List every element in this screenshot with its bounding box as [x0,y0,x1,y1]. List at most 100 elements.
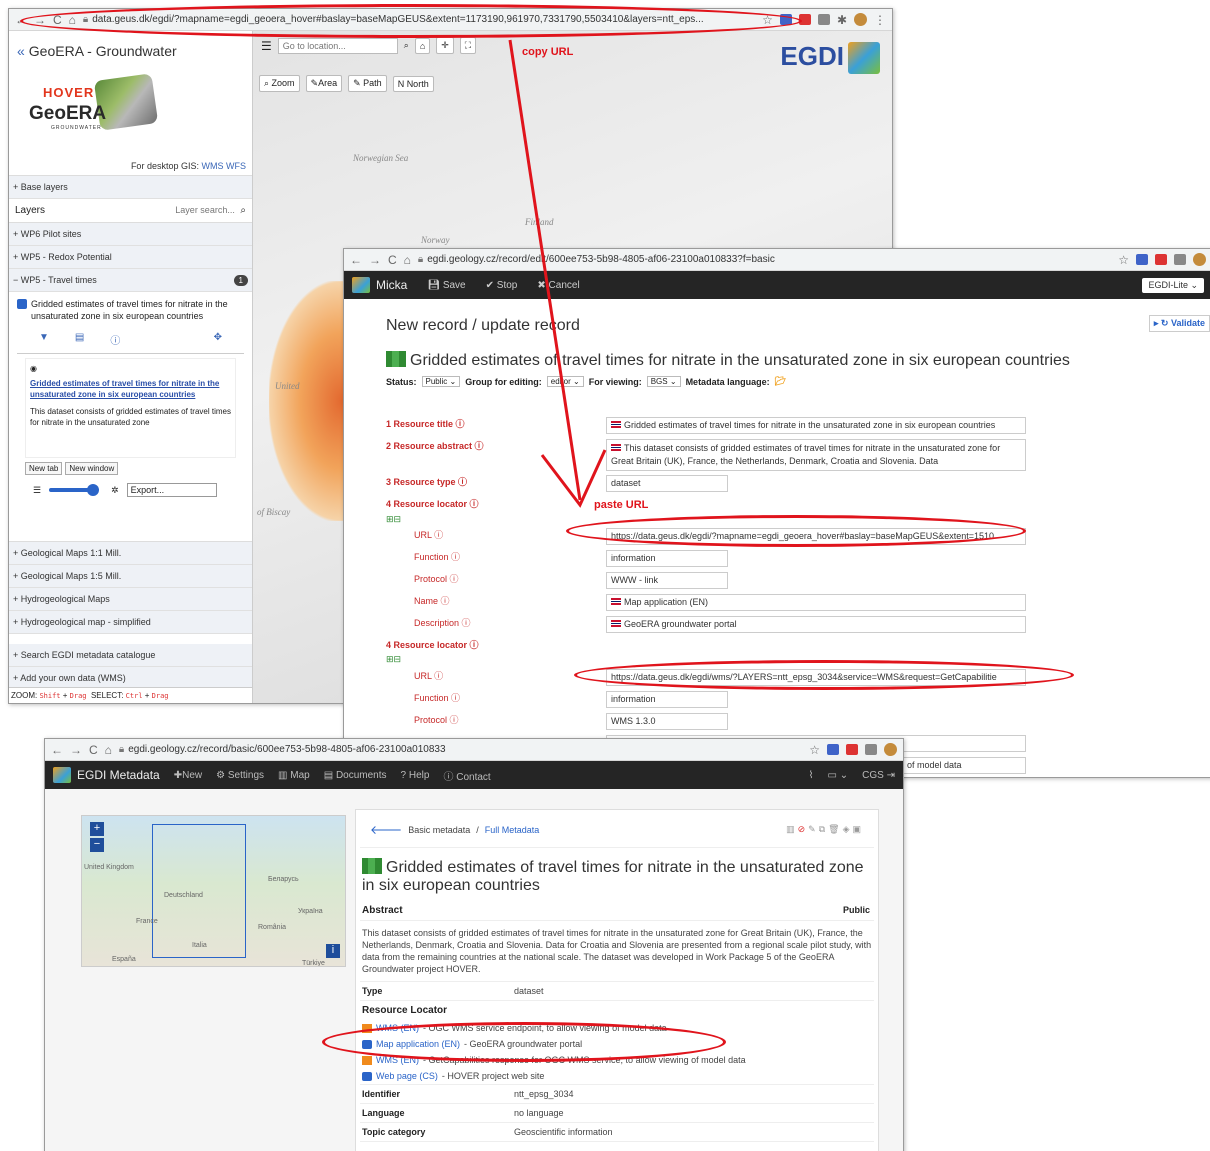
search-catalogue-row[interactable]: + Search EGDI metadata catalogue [9,644,252,667]
north-button[interactable]: N North [392,75,434,92]
wp5-travel-row[interactable]: − WP5 - Travel times 1 [9,269,252,292]
zoom-out-button[interactable]: − [90,838,104,852]
wp6-row[interactable]: + WP6 Pilot sites [9,223,252,246]
wms-link-2[interactable]: WMS (EN) [376,1055,419,1065]
wms-link[interactable]: WMS [201,161,223,171]
help-button[interactable]: ? Help [401,770,430,781]
address-bar[interactable]: 🔒︎ data.geus.dk/egdi/?mapname=egdi_geoera… [83,14,755,25]
extension-icon[interactable] [1174,254,1186,265]
save-button[interactable]: 💾︎ Save [427,280,465,291]
search-icon[interactable]: ⌕ [404,40,409,51]
stop-button[interactable]: ✔ Stop [486,280,518,291]
geo-maps-1m-row[interactable]: + Geological Maps 1:1 Mill. [9,542,252,565]
home-button[interactable]: ⌂ [414,37,431,54]
reload-icon[interactable]: C [89,743,98,757]
group-select[interactable]: editor ⌄ [546,376,584,387]
map-icon[interactable]: ▥ [786,824,798,834]
new-window-button[interactable]: New window [65,462,119,475]
export-select[interactable]: Export... [126,483,217,497]
extent-map[interactable]: + − United Kingdom Deutschland France Бе… [81,815,346,967]
address-bar[interactable]: 🔒︎ egdi.geology.cz/record/edit/600ee753-5… [418,254,1111,265]
star-icon[interactable]: ☆ [762,13,773,27]
new-tab-button[interactable]: New tab [25,462,63,475]
profile-select[interactable]: EGDI-Lite ⌄ [1142,277,1204,293]
zoom-button[interactable]: ⌕ Zoom [259,75,300,92]
goto-location-input[interactable]: Go to location... [277,37,398,54]
geo-maps-5m-row[interactable]: + Geological Maps 1:5 Mill. [9,565,252,588]
star-icon[interactable]: ☆ [1118,253,1129,267]
name-input-1[interactable]: Map application (EN) [606,594,1026,611]
reload-icon[interactable]: C [53,13,62,27]
folder-icon[interactable]: 📂︎ [775,376,786,387]
mail-icon[interactable] [846,744,858,755]
zoom-in-button[interactable]: + [90,822,104,836]
hydro-maps-row[interactable]: + Hydrogeological Maps [9,588,252,611]
rss-icon[interactable]: ⌇ [809,770,814,781]
wms-link-1[interactable]: WMS (EN) [376,1023,419,1033]
extension-icon[interactable] [865,744,877,755]
gear-icon[interactable]: ✲ [111,485,119,496]
viewing-select[interactable]: BGS ⌄ [646,376,681,387]
status-select[interactable]: Public ⌄ [421,376,461,387]
breadcrumb-basic[interactable]: Basic metadata [408,825,470,835]
collapse-icon[interactable]: « [17,43,25,59]
extension-icon[interactable] [817,14,830,25]
language-flag-icon[interactable]: ▭ ⌄ [828,770,849,781]
layer-checkbox-row[interactable]: Gridded estimates of travel times for ni… [17,298,244,322]
url-input-2[interactable]: https://data.geus.dk/egdi/wms/?LAYERS=nt… [606,669,1026,686]
settings-button[interactable]: ⚙ Settings [216,770,264,781]
documents-button[interactable]: ▤ Documents [324,770,387,781]
opacity-slider[interactable] [49,484,100,496]
wfs-link[interactable]: WFS [226,161,246,171]
map-button[interactable]: ▥ Map [278,770,310,781]
protocol-select-1[interactable]: WWW - link [606,572,728,589]
function-select-1[interactable]: information [606,550,728,567]
menu-icon[interactable]: ⋮ [874,13,886,27]
map-app-link[interactable]: Map application (EN) [376,1039,460,1049]
avatar[interactable] [884,743,897,756]
star-icon[interactable]: ☆ [809,743,820,757]
back-arrow-icon[interactable]: 🡐 [370,822,402,837]
locate-button[interactable]: ✛ [436,37,454,54]
path-button[interactable]: ✎ Path [348,75,387,92]
url-input-1[interactable]: https://data.geus.dk/egdi/?mapname=egdi_… [606,528,1026,545]
home-icon[interactable]: ⌂ [69,13,76,27]
info-icon[interactable]: ⓘ [110,332,120,347]
block-icon[interactable]: ⊘ [798,824,809,834]
add-remove-icon[interactable]: ⊞⊟ [386,654,401,665]
checkbox-icon[interactable] [17,299,27,309]
home-icon[interactable]: ⌂ [404,253,411,267]
cancel-button[interactable]: ✖ Cancel [537,280,579,291]
edit-icon[interactable]: ✎ [808,824,819,834]
package-icon[interactable]: ◈ [843,824,853,834]
search-icon[interactable]: ⌕ [240,205,246,216]
legend-icon[interactable]: ▤ [75,332,84,347]
resource-abstract-input[interactable]: This dataset consists of gridded estimat… [606,439,1026,471]
contact-button[interactable]: ⓘ Contact [443,768,490,783]
move-icon[interactable]: ✥ [214,332,222,347]
map-info-button[interactable]: i [326,944,340,958]
extension-icon[interactable] [827,744,839,755]
file-icon[interactable]: ▣ [852,824,864,834]
copy-icon[interactable]: ⧉ [819,824,828,834]
back-icon[interactable]: ← [51,743,63,757]
fullscreen-button[interactable]: ⛶ [459,37,477,54]
trash-icon[interactable]: 🗑︎ [828,824,842,834]
back-icon[interactable]: ← [350,253,362,267]
area-button[interactable]: ✎Area [305,75,343,92]
hydro-simplified-row[interactable]: + Hydrogeological map - simplified [9,611,252,634]
description-input-1[interactable]: GeoERA groundwater portal [606,616,1026,633]
resource-type-select[interactable]: dataset [606,475,728,492]
mail-icon[interactable] [798,14,811,25]
function-select-2[interactable]: information [606,691,728,708]
address-bar[interactable]: 🔒︎ egdi.geology.cz/record/basic/600ee753-… [119,744,802,755]
reload-icon[interactable]: C [388,253,397,267]
menu-icon[interactable]: ☰ [261,39,272,53]
web-page-link[interactable]: Web page (CS) [376,1071,438,1081]
forward-icon[interactable]: → [70,743,82,757]
layer-search-input[interactable]: Layer search... [175,205,235,215]
forward-icon[interactable]: → [34,13,46,27]
base-layers-row[interactable]: + Base layers [9,176,252,199]
avatar[interactable] [854,13,867,26]
filter-icon[interactable]: ▼ [39,332,49,347]
